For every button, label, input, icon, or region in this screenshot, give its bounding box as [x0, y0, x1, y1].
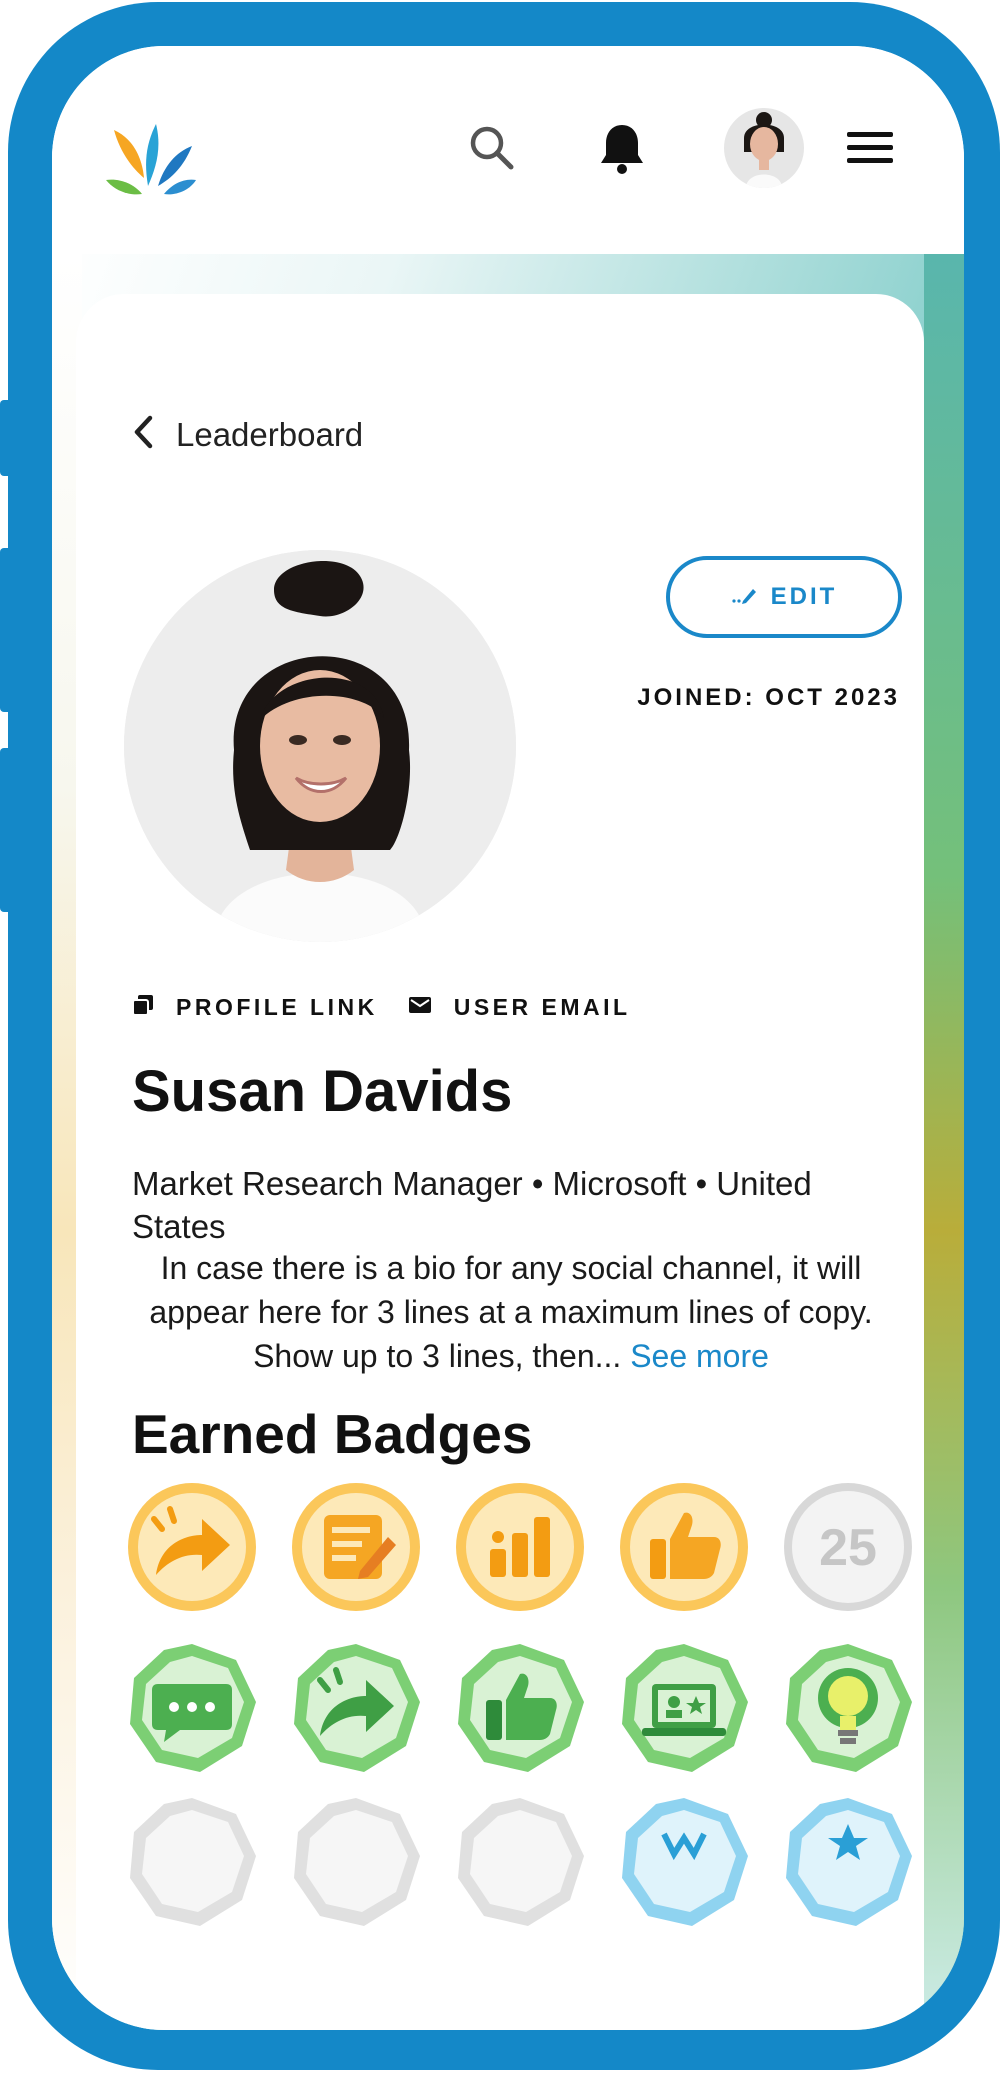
bell-icon[interactable]: [592, 118, 652, 178]
user-avatar[interactable]: [724, 108, 804, 188]
brand-logo-icon[interactable]: [104, 116, 204, 206]
blue-badge-icon[interactable]: [616, 1794, 752, 1930]
locked-badge-icon[interactable]: [288, 1794, 424, 1930]
envelope-icon: [408, 995, 432, 1020]
back-link-label: Leaderboard: [176, 415, 364, 453]
profile-job-info: Market Research Manager • Microsoft • Un…: [132, 1165, 812, 1245]
pencil-icon: [731, 585, 757, 610]
chat-badge-icon[interactable]: [124, 1640, 260, 1776]
locked-badge-icon[interactable]: [452, 1794, 588, 1930]
joined-date: JOINED: OCT 2023: [637, 684, 900, 711]
bar-chart-badge-icon[interactable]: [452, 1479, 588, 1615]
background-gradient-right: [924, 254, 964, 2030]
copy-link-icon: [132, 994, 154, 1021]
profile-link[interactable]: PROFILE LINK: [132, 994, 378, 1021]
profile-photo: [124, 550, 516, 942]
edit-profile-button[interactable]: EDIT: [666, 556, 902, 638]
badges-row-3-partial: [124, 1794, 916, 1930]
badges-row-1: 25: [124, 1479, 916, 1615]
badges-row-2: [124, 1640, 916, 1776]
thumbs-up-badge-icon[interactable]: [452, 1640, 588, 1776]
notepad-write-badge-icon[interactable]: [288, 1479, 424, 1615]
phone-side-button: [0, 400, 14, 476]
profile-card: Leaderboard EDIT JOINED: OCT 2023 PROFIL…: [76, 294, 924, 2030]
earned-badges-heading: Earned Badges: [132, 1403, 533, 1465]
badge-count-label: 25: [819, 1519, 877, 1577]
profile-bio: In case there is a bio for any social ch…: [116, 1246, 906, 1378]
count-25-badge-icon[interactable]: 25: [780, 1479, 916, 1615]
profile-link-label: PROFILE LINK: [176, 994, 378, 1020]
locked-badge-icon[interactable]: [124, 1794, 260, 1930]
share-arrow-badge-icon[interactable]: [124, 1479, 260, 1615]
app-screen: Leaderboard EDIT JOINED: OCT 2023 PROFIL…: [52, 46, 964, 2030]
profile-links: PROFILE LINK USER EMAIL: [132, 994, 631, 1021]
laptop-star-badge-icon[interactable]: [616, 1640, 752, 1776]
lightbulb-badge-icon[interactable]: [780, 1640, 916, 1776]
profile-name: Susan Davids: [132, 1059, 513, 1124]
user-email-label: USER EMAIL: [453, 994, 631, 1020]
user-email-link[interactable]: USER EMAIL: [408, 994, 631, 1021]
share-arrow-badge-icon[interactable]: [288, 1640, 424, 1776]
see-more-link[interactable]: See more: [630, 1338, 769, 1374]
phone-side-button: [0, 748, 14, 912]
back-to-leaderboard-link[interactable]: Leaderboard: [132, 414, 363, 455]
top-navigation-bar: [52, 46, 964, 254]
chevron-left-icon: [132, 414, 154, 455]
hamburger-menu-icon[interactable]: [842, 122, 898, 174]
search-icon[interactable]: [462, 118, 522, 178]
phone-side-button: [0, 548, 14, 712]
blue-star-badge-icon[interactable]: [780, 1794, 916, 1930]
thumbs-up-badge-icon[interactable]: [616, 1479, 752, 1615]
edit-button-label: EDIT: [770, 583, 838, 610]
